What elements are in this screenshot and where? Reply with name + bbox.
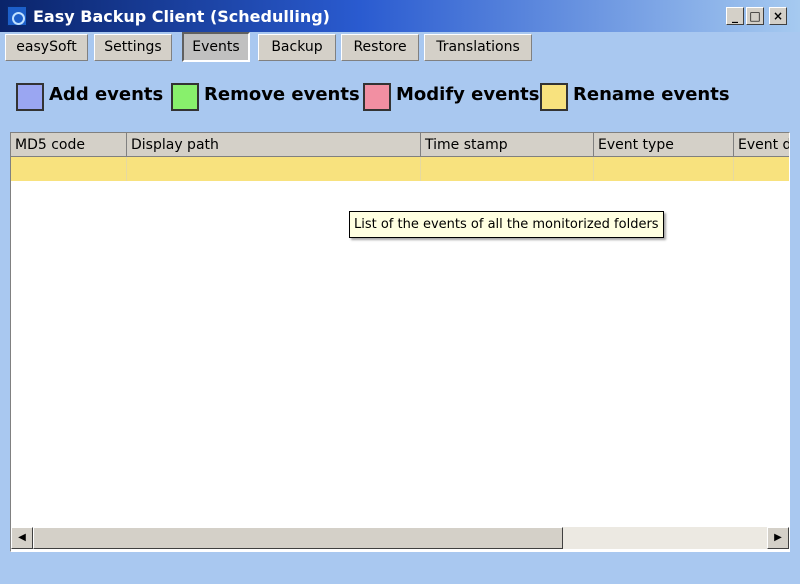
app-icon [7, 6, 27, 26]
window-title: Easy Backup Client (Schedulling) [33, 7, 330, 26]
column-header-event-type[interactable]: Event type [594, 133, 734, 157]
scroll-right-arrow-icon[interactable]: ▶ [767, 527, 789, 549]
scroll-left-arrow-icon[interactable]: ◀ [11, 527, 33, 549]
tab-easysoft[interactable]: easySoft [5, 34, 88, 61]
tab-translations[interactable]: Translations [424, 34, 532, 61]
table-cell[interactable] [11, 157, 127, 181]
rename-events-swatch [540, 83, 568, 111]
grid-header: MD5 code Display path Time stamp Event t… [11, 133, 789, 157]
modify-events-swatch [363, 83, 391, 111]
tab-restore[interactable]: Restore [341, 34, 419, 61]
maximize-button[interactable]: □ [746, 7, 764, 25]
table-cell[interactable] [594, 157, 734, 181]
close-button[interactable]: × [769, 7, 787, 25]
table-cell[interactable] [421, 157, 594, 181]
column-header-display-path[interactable]: Display path [127, 133, 421, 157]
add-events-label: Add events [49, 84, 164, 105]
modify-events-label: Modify events [396, 84, 540, 105]
tab-settings[interactable]: Settings [94, 34, 172, 61]
tab-backup[interactable]: Backup [258, 34, 336, 61]
table-cell[interactable] [734, 157, 789, 181]
add-events-swatch [16, 83, 44, 111]
column-header-md5[interactable]: MD5 code [11, 133, 127, 157]
tooltip: List of the events of all the monitorize… [349, 211, 664, 238]
column-header-event-d[interactable]: Event d [734, 133, 789, 157]
tab-events[interactable]: Events [182, 32, 250, 62]
title-bar[interactable]: Easy Backup Client (Schedulling) _ □ × [0, 0, 800, 32]
table-cell[interactable] [127, 157, 421, 181]
tab-strip: easySoft Settings Events Backup Restore … [0, 31, 800, 63]
rename-events-label: Rename events [573, 84, 730, 105]
remove-events-label: Remove events [204, 84, 360, 105]
scroll-thumb[interactable] [33, 527, 563, 549]
remove-events-swatch [171, 83, 199, 111]
events-grid[interactable]: MD5 code Display path Time stamp Event t… [10, 132, 790, 552]
column-header-time-stamp[interactable]: Time stamp [421, 133, 594, 157]
horizontal-scrollbar[interactable]: ◀ ▶ [11, 527, 789, 549]
minimize-button[interactable]: _ [726, 7, 744, 25]
table-row[interactable] [11, 157, 789, 181]
